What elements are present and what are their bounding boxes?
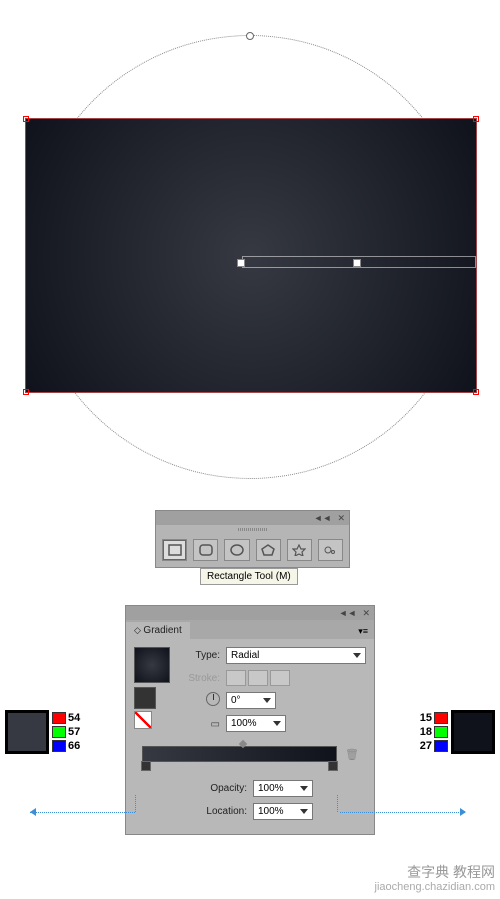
polygon-icon [261, 544, 275, 556]
resize-handle-br[interactable] [473, 389, 479, 395]
stroke-across-icon [270, 670, 290, 686]
gradient-tab[interactable]: Gradient [126, 622, 190, 639]
resize-handle-tr[interactable] [473, 116, 479, 122]
fill-swatch[interactable] [134, 647, 170, 683]
ellipse-tool[interactable] [224, 539, 249, 561]
close-icon[interactable]: ✕ [362, 608, 370, 619]
swatch-right [451, 710, 495, 754]
polygon-tool[interactable] [256, 539, 281, 561]
color-callout-right: 15 18 27 [420, 710, 495, 754]
no-stroke-swatch[interactable] [134, 711, 152, 729]
star-tool[interactable] [287, 539, 312, 561]
chevron-down-icon [353, 653, 361, 658]
rectangle-icon [168, 544, 182, 556]
chevron-down-icon [263, 698, 271, 703]
g-value: 57 [68, 726, 80, 738]
location-label: Location: [187, 806, 247, 817]
circle-handle-top[interactable] [246, 32, 254, 40]
gradient-annotator[interactable] [242, 256, 476, 268]
flare-icon [323, 544, 337, 556]
arrow-left-icon [30, 808, 36, 816]
r-chip [434, 712, 448, 724]
midpoint-handle[interactable] [238, 740, 246, 748]
stroke-label: Stroke: [178, 673, 220, 684]
chevron-down-icon [300, 786, 308, 791]
g-value: 18 [420, 726, 432, 738]
angle-input[interactable]: 0° [226, 692, 276, 709]
resize-handle-bl[interactable] [23, 389, 29, 395]
rounded-rectangle-tool[interactable] [193, 539, 218, 561]
close-icon[interactable]: ✕ [337, 513, 345, 524]
r-value: 15 [420, 712, 432, 724]
type-value: Radial [231, 650, 259, 661]
star-icon [292, 544, 306, 556]
callout-drop-right [337, 795, 338, 812]
palette-header: ◄◄ ✕ [156, 511, 349, 525]
g-chip [434, 726, 448, 738]
r-value: 54 [68, 712, 80, 724]
collapse-icon[interactable]: ◄◄ [314, 513, 332, 524]
resize-handle-tl[interactable] [23, 116, 29, 122]
flare-tool[interactable] [318, 539, 343, 561]
canvas-area[interactable] [0, 0, 500, 490]
shape-tool-palette: ◄◄ ✕ [155, 510, 350, 568]
stroke-swatch[interactable] [134, 687, 156, 709]
ellipse-icon [230, 544, 244, 556]
rounded-rect-icon [199, 544, 213, 556]
chevron-down-icon [300, 809, 308, 814]
gradient-stop-right[interactable] [328, 761, 338, 771]
r-chip [52, 712, 66, 724]
b-chip [434, 740, 448, 752]
tool-tooltip: Rectangle Tool (M) [200, 568, 298, 585]
angle-icon [206, 692, 220, 706]
chevron-down-icon [273, 721, 281, 726]
stroke-alignment [226, 670, 290, 686]
callout-line-left [30, 812, 135, 813]
swatch-left [5, 710, 49, 754]
panel-header: ◄◄ ✕ [126, 606, 374, 620]
type-dropdown[interactable]: Radial [226, 647, 366, 664]
g-chip [52, 726, 66, 738]
watermark: 查字典 教程网 jiaocheng.chazidian.com [375, 864, 495, 894]
gradient-stop-left[interactable] [141, 761, 151, 771]
stroke-in-icon [226, 670, 246, 686]
type-label: Type: [178, 650, 220, 661]
callout-line-right [340, 812, 465, 813]
panel-menu-icon[interactable]: ▾≡ [352, 622, 374, 641]
palette-grip[interactable] [156, 525, 349, 533]
rectangle-tool[interactable] [162, 539, 187, 561]
aspect-ratio-icon: ▭ [211, 719, 220, 730]
opacity-input[interactable]: 100% [253, 780, 313, 797]
delete-stop-icon[interactable]: 🗑 [345, 747, 359, 761]
b-chip [52, 740, 66, 752]
b-value: 27 [420, 740, 432, 752]
arrow-right-icon [460, 808, 466, 816]
stroke-along-icon [248, 670, 268, 686]
color-callout-left: 54 57 66 [5, 710, 80, 754]
b-value: 66 [68, 740, 80, 752]
gradient-slider[interactable] [142, 746, 337, 762]
location-input[interactable]: 100% [253, 803, 313, 820]
collapse-icon[interactable]: ◄◄ [339, 608, 357, 619]
opacity-label: Opacity: [187, 783, 247, 794]
aspect-input[interactable]: 100% [226, 715, 286, 732]
callout-drop-left [135, 795, 136, 812]
